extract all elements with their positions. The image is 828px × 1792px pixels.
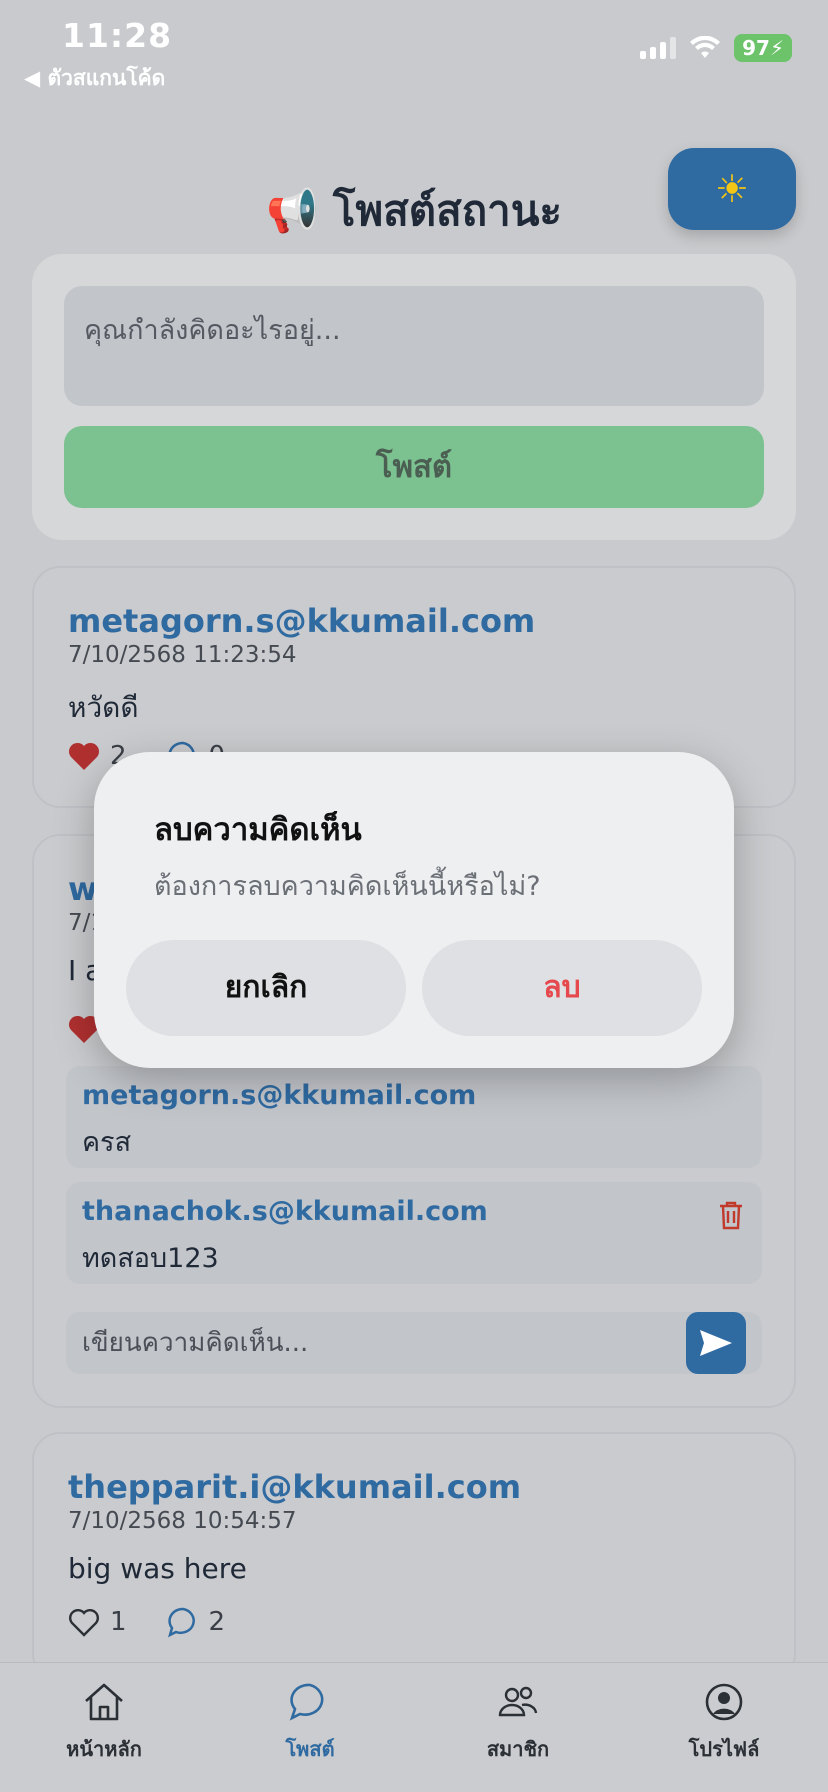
dialog-message: ต้องการลบความคิดเห็นนี้หรือไม่? — [154, 871, 541, 902]
cancel-button[interactable]: ยกเลิก — [126, 940, 406, 1036]
delete-comment-dialog: ลบความคิดเห็น ต้องการลบความคิดเห็นนี้หรื… — [94, 752, 734, 1068]
delete-button[interactable]: ลบ — [422, 940, 702, 1036]
dialog-title: ลบความคิดเห็น — [154, 812, 362, 848]
